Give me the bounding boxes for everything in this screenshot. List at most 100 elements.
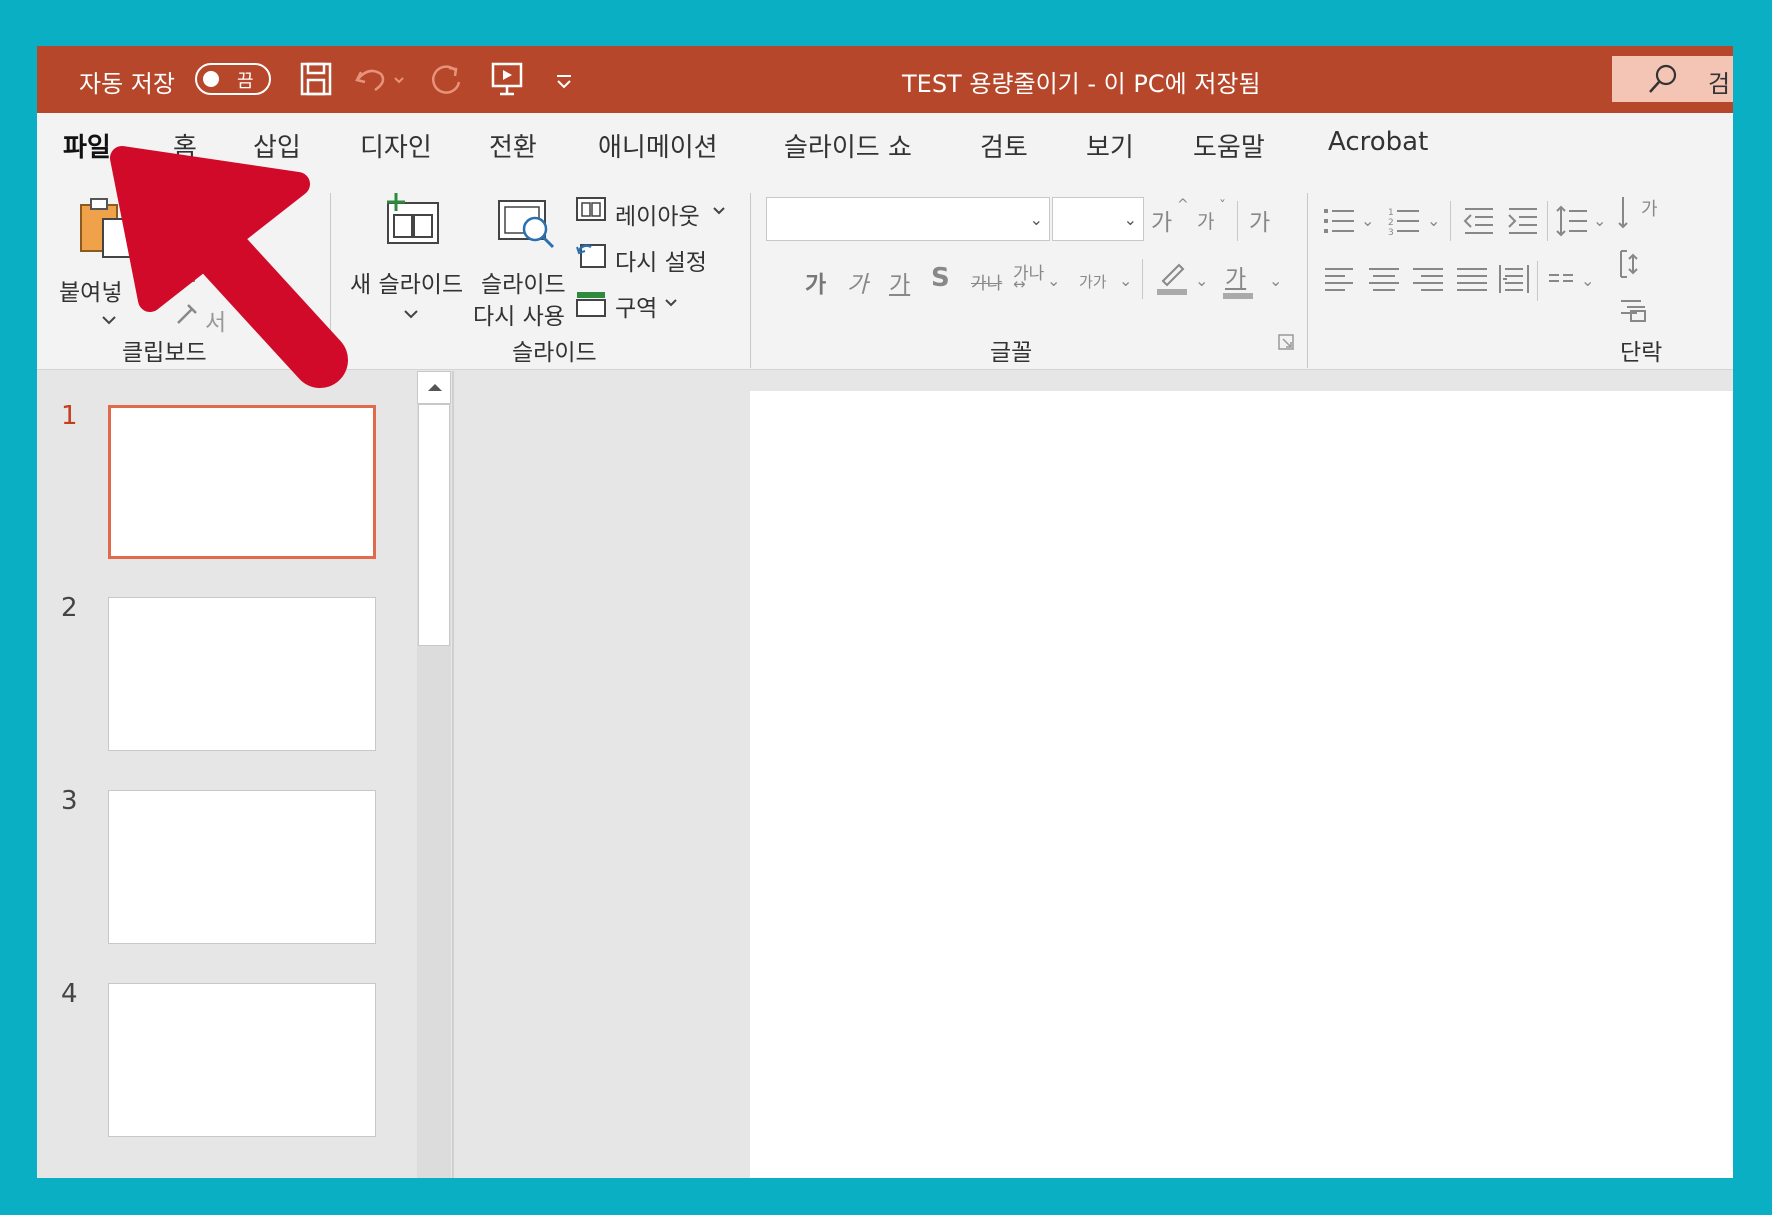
ribbon-separator <box>1142 259 1143 299</box>
grow-font-button[interactable]: 가 <box>1151 203 1172 237</box>
tab-slideshow[interactable]: 슬라이드 쇼 <box>784 127 912 164</box>
underline-button[interactable]: 가 <box>889 265 910 299</box>
reset-label[interactable]: 다시 설정 <box>615 243 707 277</box>
copy-icon[interactable] <box>172 257 202 287</box>
italic-button[interactable]: 가 <box>847 265 868 299</box>
slide-thumbnail[interactable] <box>108 983 376 1137</box>
ribbon-separator <box>1307 193 1308 368</box>
align-text-icon[interactable] <box>1617 247 1647 281</box>
highlight-icon[interactable] <box>1153 257 1189 297</box>
slide-canvas[interactable] <box>750 391 1733 1178</box>
numbering-icon[interactable]: 123 <box>1387 203 1423 239</box>
paragraph-group-label: 단락 <box>1620 340 1663 366</box>
font-name-combo[interactable]: ⌄ <box>766 197 1050 241</box>
chevron-down-icon: ⌄ <box>1361 211 1375 230</box>
caret-up-icon: ^ <box>1177 197 1189 213</box>
redo-icon[interactable] <box>427 60 467 100</box>
new-slide-icon[interactable] <box>382 191 444 249</box>
ribbon-tabs: 파일 홈 삽입 디자인 전환 애니메이션 슬라이드 쇼 검토 보기 도움말 Ac… <box>37 113 1733 175</box>
chevron-down-icon: ⌄ <box>1581 271 1595 290</box>
layout-label[interactable]: 레이아웃 <box>615 197 700 231</box>
bold-button[interactable]: 가 <box>805 265 826 299</box>
reuse-slides-label-2[interactable]: 다시 사용 <box>473 297 565 331</box>
chevron-down-icon: ⌄ <box>1427 211 1441 230</box>
format-painter-label[interactable]: 서 <box>205 303 226 337</box>
font-color-button[interactable]: 가 <box>1225 259 1246 293</box>
font-color-swatch <box>1223 293 1253 299</box>
new-slide-label[interactable]: 새 슬라이드 <box>350 265 463 299</box>
justify-icon[interactable] <box>1455 263 1489 297</box>
reuse-slides-label-1[interactable]: 슬라이드 <box>481 265 566 299</box>
text-direction-glyph: 가 <box>1641 199 1658 220</box>
slides-group-label: 슬라이드 <box>512 340 597 366</box>
section-label[interactable]: 구역 <box>615 289 657 323</box>
increase-indent-icon[interactable] <box>1505 203 1541 239</box>
tab-design[interactable]: 디자인 <box>360 127 432 164</box>
tab-acrobat[interactable]: Acrobat <box>1328 127 1428 157</box>
slide-thumbnail[interactable] <box>108 790 376 944</box>
chevron-down-icon: ⌄ <box>1119 271 1133 290</box>
slide-thumbnail[interactable] <box>108 405 376 559</box>
layout-icon[interactable] <box>575 195 607 225</box>
autosave-toggle[interactable]: 끔 <box>195 63 271 95</box>
decrease-indent-icon[interactable] <box>1461 203 1497 239</box>
undo-icon[interactable] <box>353 60 409 98</box>
section-dropdown-icon[interactable] <box>663 297 679 309</box>
tab-file[interactable]: 파일 <box>63 127 111 164</box>
customize-toolbar-icon[interactable] <box>552 60 576 98</box>
align-left-icon[interactable] <box>1323 263 1357 297</box>
tab-home[interactable]: 홈 <box>173 127 197 164</box>
tab-animations[interactable]: 애니메이션 <box>598 127 718 164</box>
clipboard-group-label: 클립보드 <box>122 340 207 366</box>
title-bar: 자동 저장 끔 TEST 용량줄이기 - 이 PC에 저장됨 검 <box>37 46 1733 113</box>
format-painter-icon[interactable] <box>172 299 202 329</box>
pane-divider[interactable] <box>452 371 454 1178</box>
distributed-icon[interactable] <box>1497 261 1531 297</box>
powerpoint-window: 자동 저장 끔 TEST 용량줄이기 - 이 PC에 저장됨 검 파일 홈 삽입… <box>37 46 1733 1178</box>
scroll-up-button[interactable] <box>417 371 451 404</box>
tab-insert[interactable]: 삽입 <box>253 127 301 164</box>
shadow-button[interactable]: S <box>931 263 950 293</box>
paste-dropdown-icon[interactable] <box>99 313 119 327</box>
ribbon: 붙여넣 서 클립보드 새 슬라이드 슬라이드 다시 사용 레이아웃 다시 설정 … <box>37 175 1733 370</box>
tab-view[interactable]: 보기 <box>1086 127 1134 164</box>
clear-formatting-button[interactable]: 가 <box>1249 203 1270 237</box>
slide-thumbnail[interactable] <box>108 597 376 751</box>
autosave-label: 자동 저장 <box>79 70 175 98</box>
font-size-combo[interactable]: ⌄ <box>1052 197 1144 241</box>
tab-help[interactable]: 도움말 <box>1193 127 1265 164</box>
change-case-button[interactable]: 가가 <box>1079 271 1107 292</box>
align-right-icon[interactable] <box>1411 263 1445 297</box>
ribbon-separator <box>750 193 751 368</box>
font-group-label: 글꼴 <box>990 340 1033 366</box>
present-from-start-icon[interactable] <box>490 60 524 98</box>
dialog-launcher-icon[interactable] <box>1277 333 1295 351</box>
line-spacing-icon[interactable] <box>1555 203 1591 239</box>
strikethrough-button[interactable]: 가나 <box>971 269 1002 294</box>
shrink-font-button[interactable]: 가 <box>1197 207 1214 234</box>
smartart-icon[interactable] <box>1617 295 1647 325</box>
scroll-thumb[interactable] <box>418 404 450 646</box>
search-box[interactable]: 검 <box>1612 56 1733 102</box>
svg-text:3: 3 <box>1388 228 1394 238</box>
search-label: 검 <box>1708 70 1731 98</box>
new-slide-dropdown-icon[interactable] <box>401 307 421 321</box>
arrows-left-right-icon: ↔ <box>1013 275 1026 293</box>
tab-transitions[interactable]: 전환 <box>489 127 537 164</box>
tab-review[interactable]: 검토 <box>980 127 1028 164</box>
bullets-icon[interactable] <box>1322 203 1358 239</box>
thumbnails-scrollbar[interactable] <box>417 371 451 1178</box>
paste-label[interactable]: 붙여넣 <box>59 273 122 307</box>
chevron-down-icon: ⌄ <box>1029 210 1043 229</box>
reset-slide-icon[interactable] <box>575 241 607 271</box>
chevron-down-icon: ⌄ <box>1047 271 1061 290</box>
paste-icon[interactable] <box>77 197 141 261</box>
save-icon[interactable] <box>299 60 333 98</box>
layout-dropdown-icon[interactable] <box>711 205 727 217</box>
svg-text:2: 2 <box>1388 218 1394 228</box>
reuse-slides-icon[interactable] <box>493 193 557 253</box>
slide-number: 3 <box>61 786 78 816</box>
columns-icon[interactable] <box>1547 267 1577 291</box>
section-icon[interactable] <box>575 288 607 318</box>
align-center-icon[interactable] <box>1367 263 1401 297</box>
